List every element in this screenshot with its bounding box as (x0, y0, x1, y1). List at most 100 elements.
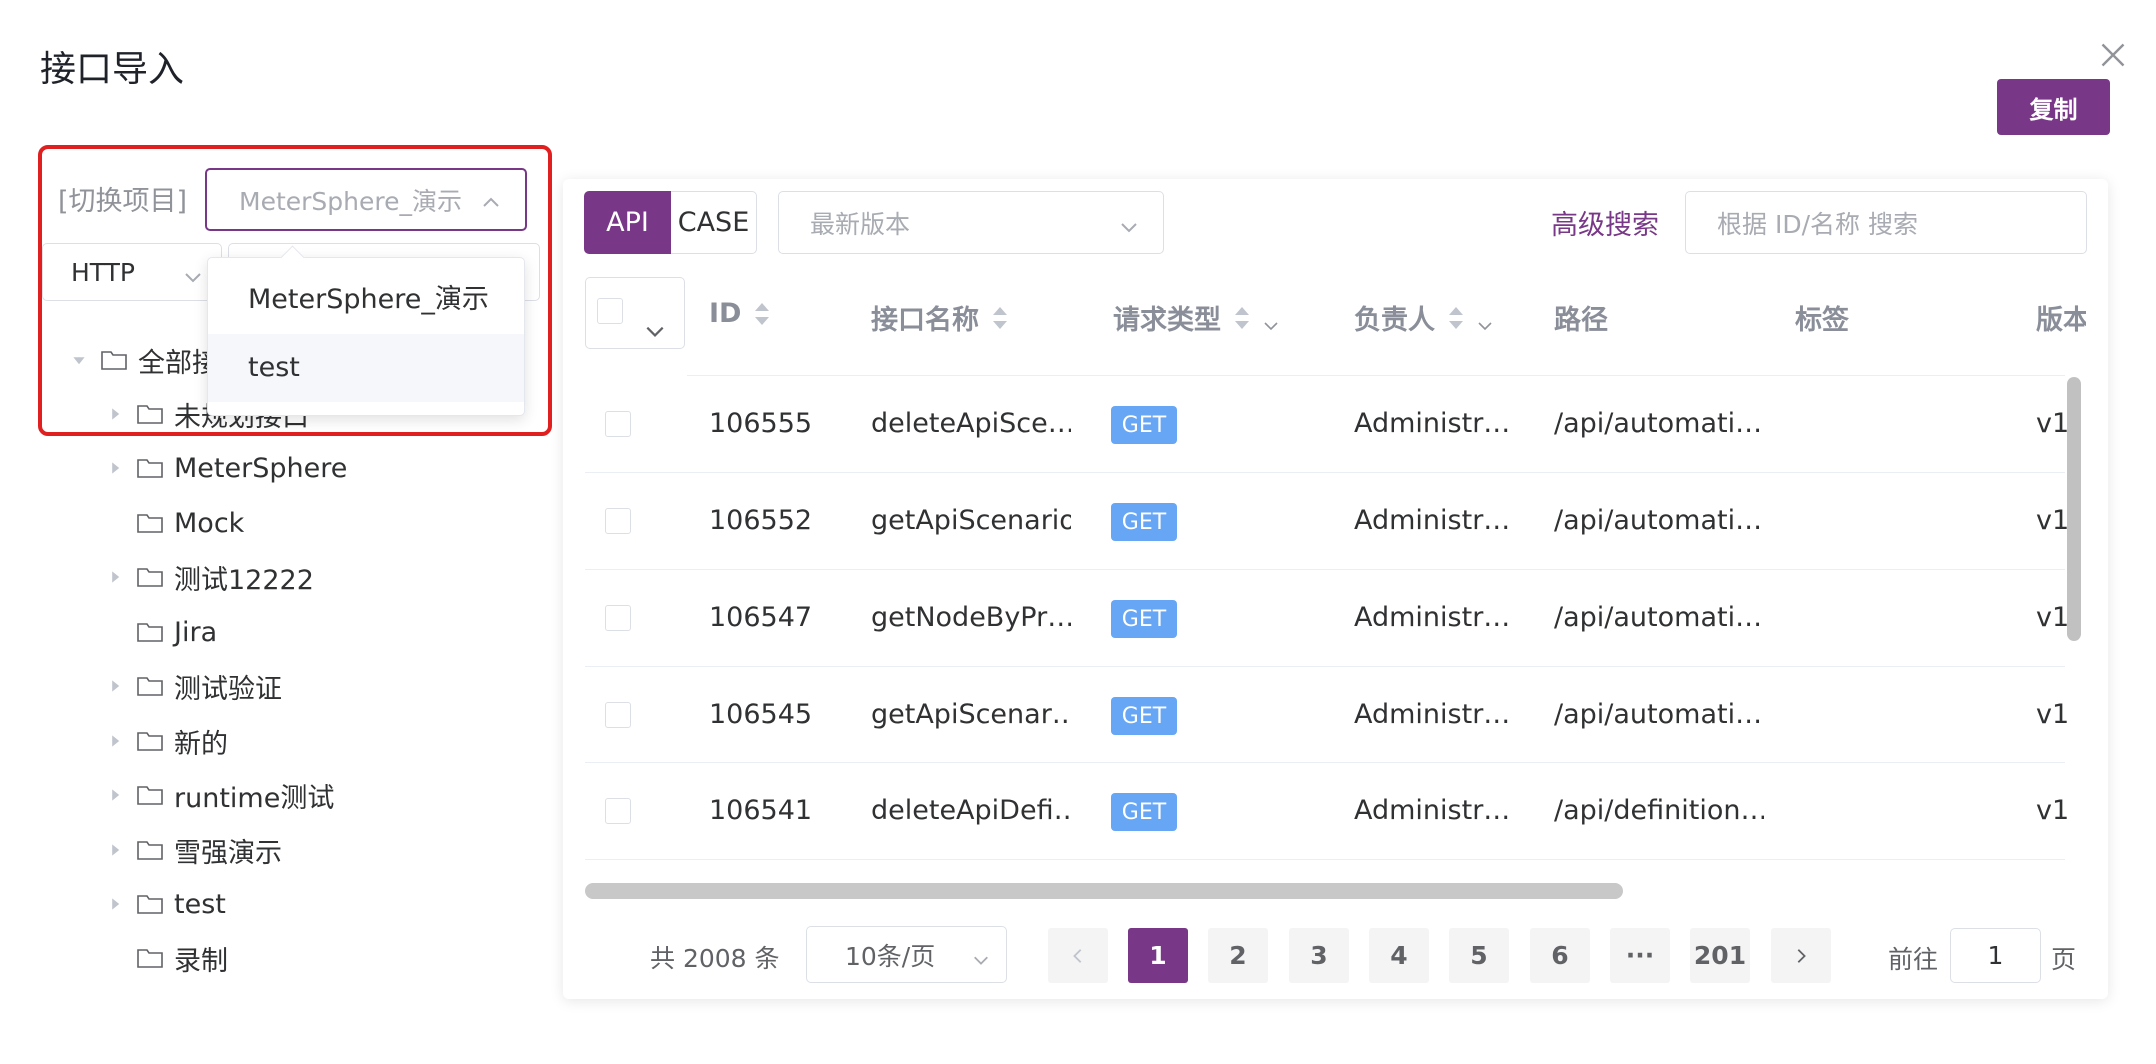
caret-down-icon[interactable] (70, 351, 88, 369)
next-page-button[interactable] (1771, 928, 1831, 983)
tree-node[interactable]: 新的 (106, 719, 228, 763)
row-checkbox[interactable] (605, 702, 631, 728)
column-header-owner[interactable]: 负责人 (1354, 298, 1493, 337)
method-badge: GET (1111, 600, 1177, 638)
caret-right-icon[interactable] (106, 568, 124, 586)
row-divider (585, 472, 2065, 473)
version-select[interactable]: 最新版本 (778, 191, 1164, 254)
search-placeholder: 根据 ID/名称 搜索 (1717, 209, 1918, 239)
page-button[interactable]: 201 (1690, 928, 1750, 983)
project-select-value: MeterSphere_演示 (239, 186, 462, 216)
folder-icon (136, 674, 164, 698)
page-button[interactable]: 3 (1289, 928, 1349, 983)
cell-owner: Administr… (1354, 795, 1511, 826)
caret-right-icon[interactable] (106, 459, 124, 477)
method-badge: GET (1111, 406, 1177, 444)
tree-node[interactable]: test (106, 882, 226, 926)
row-checkbox[interactable] (605, 411, 631, 437)
caret-right-icon[interactable] (106, 895, 124, 913)
column-header-method[interactable]: 请求类型 (1113, 298, 1279, 337)
select-all-dropdown[interactable] (585, 277, 685, 349)
caret-right-icon[interactable] (106, 841, 124, 859)
sort-icon[interactable] (1233, 305, 1251, 331)
page-size-select[interactable]: 10条/页 (806, 926, 1007, 983)
tree-node[interactable]: 雪强演示 (106, 828, 282, 872)
cell-version: v1 (2036, 408, 2070, 439)
chevron-down-icon (183, 264, 203, 284)
caret-right-icon[interactable] (106, 786, 124, 804)
tree-node-label: MeterSphere (174, 452, 348, 484)
project-option[interactable]: test (208, 334, 524, 402)
switch-project-label: [切换项目] (58, 186, 188, 217)
tree-node[interactable]: 录制 (106, 936, 228, 980)
column-header-id[interactable]: ID (709, 298, 771, 329)
row-divider (585, 859, 2065, 860)
cell-name: deleteApiSce… (871, 408, 1071, 439)
vertical-scrollbar[interactable] (2067, 377, 2081, 641)
sort-icon[interactable] (753, 301, 771, 327)
search-input[interactable]: 根据 ID/名称 搜索 (1685, 191, 2087, 254)
caret-right-icon[interactable] (106, 677, 124, 695)
column-header-label: ID (709, 298, 742, 329)
tree-node[interactable]: 测试12222 (106, 555, 314, 599)
tree-node[interactable]: MeterSphere (106, 446, 347, 490)
tree-node[interactable]: Jira (106, 610, 217, 654)
horizontal-scrollbar[interactable] (585, 883, 1623, 899)
api-list-panel (563, 179, 2108, 999)
tree-node[interactable]: runtime测试 (106, 773, 334, 817)
row-divider (687, 375, 2065, 376)
page-button[interactable]: 2 (1208, 928, 1268, 983)
tree-node[interactable]: Mock (106, 501, 244, 545)
tab-api[interactable]: API (584, 191, 671, 254)
tree-node-label: runtime测试 (174, 782, 335, 814)
cell-id: 106555 (709, 408, 813, 439)
tree-node-label: test (174, 888, 226, 920)
column-header-version: 版本 (2036, 305, 2086, 336)
project-select[interactable]: MeterSphere_演示 (205, 168, 527, 231)
close-icon[interactable] (2098, 40, 2128, 70)
tab-case[interactable]: CASE (671, 191, 757, 254)
protocol-select[interactable]: HTTP (42, 243, 222, 301)
cell-version: v1 (2036, 505, 2070, 536)
total-count: 共 2008 条 (650, 944, 780, 973)
page-button[interactable]: 5 (1449, 928, 1509, 983)
tree-node-label: 测试12222 (174, 564, 314, 596)
filter-chevron-icon[interactable] (1263, 310, 1279, 330)
project-option[interactable]: MeterSphere_演示 (208, 266, 524, 334)
prev-page-button[interactable] (1048, 928, 1108, 983)
row-checkbox[interactable] (605, 605, 631, 631)
cell-id: 106541 (709, 795, 813, 826)
column-header-name[interactable]: 接口名称 (871, 298, 1009, 337)
cell-version: v1 (2036, 602, 2070, 633)
tree-node-label: Jira (174, 616, 218, 648)
page-button[interactable]: 1 (1128, 928, 1188, 983)
more-pages-button[interactable]: ··· (1610, 928, 1670, 983)
advanced-search-link[interactable]: 高级搜索 (1551, 203, 1659, 242)
filter-chevron-icon[interactable] (1477, 310, 1493, 330)
cell-name: getApiScenar… (871, 699, 1071, 730)
row-divider (585, 569, 2065, 570)
folder-icon (136, 838, 164, 862)
caret-right-icon[interactable] (106, 405, 124, 423)
cell-id: 106547 (709, 602, 813, 633)
page-button[interactable]: 6 (1530, 928, 1590, 983)
sort-icon[interactable] (991, 305, 1009, 331)
caret-right-icon[interactable] (106, 732, 124, 750)
select-all-checkbox[interactable] (597, 298, 623, 324)
copy-button[interactable]: 复制 (1997, 79, 2110, 135)
tree-node-label: Mock (174, 507, 245, 539)
goto-prefix: 前往 (1888, 945, 1939, 974)
goto-page-input[interactable]: 1 (1950, 928, 2041, 983)
page-button[interactable]: 4 (1369, 928, 1429, 983)
tree-node-label: 测试验证 (174, 673, 282, 705)
column-header-path: 路径 (1554, 305, 1608, 336)
sort-icon[interactable] (1447, 305, 1465, 331)
row-checkbox[interactable] (605, 798, 631, 824)
tree-node[interactable]: 测试验证 (106, 664, 282, 708)
cell-path: /api/automati… (1554, 602, 1763, 633)
cell-id: 106545 (709, 699, 813, 730)
column-header-tag: 标签 (1795, 305, 1849, 336)
row-divider (585, 762, 2065, 763)
row-checkbox[interactable] (605, 508, 631, 534)
cell-name: getApiScenario (871, 505, 1071, 536)
